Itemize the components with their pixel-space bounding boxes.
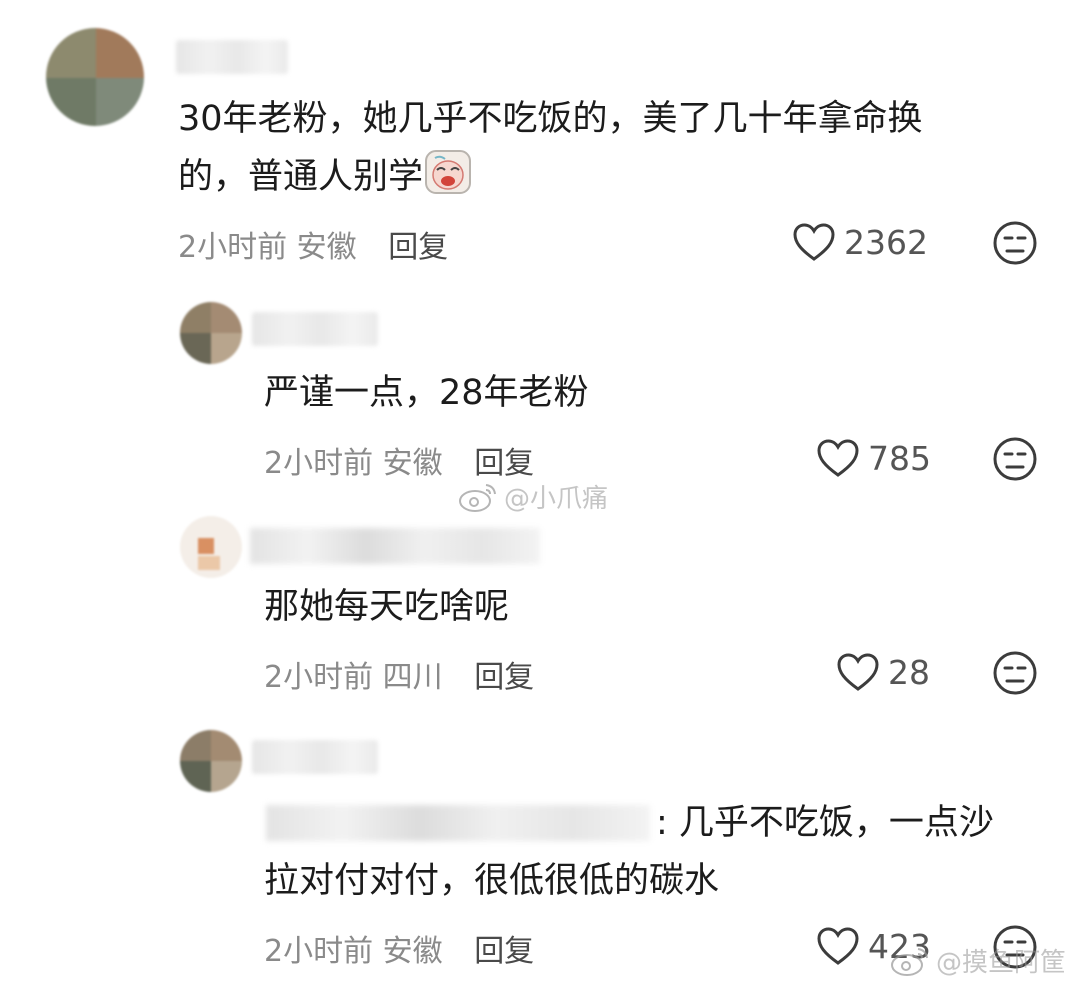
heart-outline-icon [817, 927, 859, 965]
unamused-face-icon [993, 221, 1037, 265]
reply-button[interactable]: 回复 [474, 934, 534, 969]
unamused-face-icon [993, 437, 1037, 481]
like-button[interactable]: 28 [836, 652, 930, 692]
comment-meta: 2小时前 安徽 回复 [264, 926, 534, 970]
crying-face-emoji-icon [425, 150, 472, 212]
dislike-button[interactable] [992, 220, 1038, 270]
avatar[interactable] [180, 302, 242, 364]
comment-text-line: 30年老粉，她几乎不吃饭的，美了几十年拿命换 [178, 99, 923, 139]
location: 四川 [382, 660, 443, 695]
comment-meta: 2小时前 四川 回复 [264, 652, 534, 696]
like-count: 2362 [844, 222, 928, 262]
comment-text-line: : 几乎不吃饭，一点沙 [656, 803, 994, 843]
reply-button[interactable]: 回复 [474, 660, 534, 695]
location: 安徽 [382, 446, 443, 481]
username-redacted[interactable] [176, 40, 288, 74]
heart-outline-icon [817, 439, 859, 477]
location: 安徽 [382, 934, 443, 969]
avatar[interactable] [180, 730, 242, 792]
username-redacted[interactable] [252, 740, 378, 774]
comment-meta: 2小时前 安徽 回复 [178, 222, 448, 266]
reply-button[interactable]: 回复 [474, 446, 534, 481]
comment-text: 严谨一点，28年老粉 [264, 364, 589, 422]
heart-outline-icon [793, 223, 835, 261]
comment-meta: 2小时前 安徽 回复 [264, 438, 534, 482]
mention-redacted[interactable] [266, 805, 650, 841]
timestamp: 2小时前 [264, 446, 374, 481]
comment-text-line: 那她每天吃啥呢 [264, 587, 510, 627]
like-button[interactable]: 2362 [792, 222, 928, 262]
heart-outline-icon [837, 653, 879, 691]
weibo-logo-icon [459, 483, 496, 512]
comment-text: 那她每天吃啥呢 [264, 578, 509, 636]
location: 安徽 [296, 230, 357, 265]
comment-text-line: 严谨一点，28年老粉 [264, 373, 589, 413]
username-redacted[interactable] [250, 528, 540, 564]
avatar[interactable] [46, 28, 144, 126]
timestamp: 2小时前 [178, 230, 288, 265]
like-count: 28 [888, 652, 930, 692]
watermark-text: @小爪痛 [504, 484, 609, 514]
reply-button[interactable]: 回复 [388, 230, 448, 265]
avatar[interactable] [180, 516, 242, 578]
watermark-text: @摸鱼阿筐 [936, 948, 1067, 978]
like-button[interactable]: 785 [816, 438, 931, 478]
watermark: @摸鱼阿筐 [890, 942, 1066, 979]
watermark: @小爪痛 [458, 478, 608, 515]
timestamp: 2小时前 [264, 660, 374, 695]
username-redacted[interactable] [252, 312, 378, 346]
comment-text: 拉对付对付，很低很低的碳水 [264, 852, 719, 910]
like-count: 785 [868, 438, 931, 478]
weibo-logo-icon [891, 947, 928, 976]
timestamp: 2小时前 [264, 934, 374, 969]
dislike-button[interactable] [992, 650, 1038, 700]
unamused-face-icon [993, 651, 1037, 695]
dislike-button[interactable] [992, 436, 1038, 486]
comment-text-line: 的，普通人别学 [178, 148, 923, 212]
comment-text: : 几乎不吃饭，一点沙 [656, 794, 994, 852]
comment-text-line: 拉对付对付，很低很低的碳水 [264, 861, 720, 901]
comment-text: 30年老粉，她几乎不吃饭的，美了几十年拿命换 的，普通人别学 [178, 90, 923, 212]
